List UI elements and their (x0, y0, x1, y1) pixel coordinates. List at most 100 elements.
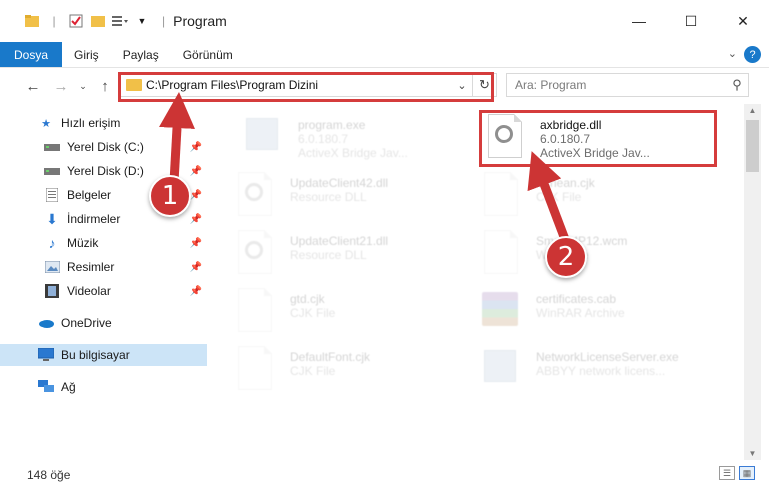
file-item-updateclient21[interactable]: UpdateClient21.dll Resource DLL (232, 228, 388, 284)
file-item-updateclient42[interactable]: UpdateClient42.dll Resource DLL (232, 170, 388, 226)
pin-icon[interactable]: 📌 (190, 238, 202, 249)
sidebar-item-label: Yerel Disk (C:) (67, 140, 144, 154)
file-highlight (479, 110, 717, 167)
file-name: NetworkLicenseServer.exe (536, 350, 679, 364)
sidebar-item-this-pc[interactable]: Bu bilgisayar (0, 344, 207, 366)
search-icon[interactable]: ⚲ (726, 77, 748, 93)
details-view-icon[interactable]: ☰ (719, 466, 735, 480)
tab-file[interactable]: Dosya (0, 42, 63, 67)
file-icon (478, 228, 524, 278)
pictures-icon (44, 260, 60, 274)
sidebar-item-videos[interactable]: Videolar 📌 (0, 280, 210, 302)
documents-icon (44, 188, 60, 202)
customize-toolbar-icon[interactable] (112, 13, 128, 29)
view-switcher: ☰ ▦ (719, 466, 755, 480)
back-arrow-icon[interactable]: ← (22, 78, 44, 95)
sidebar-item-label: Müzik (67, 236, 99, 250)
title-bar: | ▼ | Program — ☐ ✕ (0, 0, 769, 42)
scroll-down-icon[interactable]: ▼ (744, 449, 761, 458)
pin-icon[interactable]: 📌 (190, 190, 202, 201)
exe-icon (478, 344, 524, 394)
file-type: CJK File (290, 306, 336, 320)
file-name: DefaultFont.cjk (290, 350, 371, 364)
maximize-button[interactable]: ☐ (665, 6, 717, 36)
file-type: WinRAR Archive (536, 306, 625, 320)
file-name: gtd.cjk (290, 292, 325, 306)
scroll-up-icon[interactable]: ▲ (744, 106, 761, 115)
file-name: Schean.cjk (536, 176, 595, 190)
file-item-networklicenseserver[interactable]: NetworkLicenseServer.exe ABBYY network l… (478, 344, 679, 400)
sidebar-item-label: Resimler (67, 260, 115, 274)
file-icon (478, 170, 524, 220)
file-name: UpdateClient42.dll (290, 176, 389, 190)
window-title: Program (173, 13, 227, 29)
tiles-view-icon[interactable]: ▦ (739, 466, 755, 480)
sidebar-item-label: Videolar (67, 284, 111, 298)
file-item-defaultfont-cjk[interactable]: DefaultFont.cjk CJK File (232, 344, 370, 400)
exe-icon (240, 112, 286, 162)
quick-access-toolbar: | ▼ | (0, 13, 165, 29)
sidebar-item-music[interactable]: ♪ Müzik 📌 (0, 232, 210, 254)
pin-icon[interactable]: 📌 (190, 262, 202, 273)
pin-icon[interactable]: 📌 (190, 142, 202, 153)
sidebar-item-label: Hızlı erişim (61, 116, 121, 130)
expand-ribbon-icon[interactable]: ⌄ (728, 47, 737, 60)
cloud-icon (38, 316, 54, 330)
up-arrow-icon[interactable]: ↑ (94, 78, 116, 95)
file-item-program-exe[interactable]: program.exe 6.0.180.7 ActiveX Bridge Jav… (240, 112, 408, 168)
file-type: CJK File (536, 190, 582, 204)
sidebar-item-label: İndirmeler (67, 212, 121, 226)
file-item-schean-cjk[interactable]: Schean.cjk CJK File (478, 170, 595, 226)
status-bar: 148 öğe ☰ ▦ (0, 460, 769, 494)
minimize-button[interactable]: — (613, 6, 665, 36)
file-type: CJK File (290, 364, 336, 378)
file-name: UpdateClient21.dll (290, 234, 389, 248)
pin-icon[interactable]: 📌 (190, 166, 202, 177)
title-separator: | (162, 14, 166, 28)
file-icon (232, 344, 278, 394)
separator-icon: | (52, 14, 56, 28)
forward-arrow-icon[interactable]: → (50, 78, 72, 95)
pin-icon[interactable]: 📌 (190, 214, 202, 225)
tab-view[interactable]: Görünüm (171, 42, 245, 67)
help-button[interactable]: ? (744, 46, 761, 63)
file-version: 6.0.180.7 (298, 132, 349, 146)
sidebar-item-onedrive[interactable]: OneDrive (0, 312, 210, 334)
file-description: ABBYY network licens... (536, 364, 666, 378)
scroll-thumb[interactable] (746, 120, 759, 172)
sidebar-item-label: OneDrive (61, 316, 112, 330)
step-2-badge: 2 (545, 236, 587, 278)
music-icon: ♪ (48, 235, 56, 251)
tab-share[interactable]: Paylaş (111, 42, 171, 67)
download-icon: ⬇ (46, 210, 58, 227)
search-input[interactable]: Ara: Program ⚲ (506, 73, 749, 97)
drive-icon (44, 164, 60, 178)
file-name: program.exe (298, 118, 366, 132)
sidebar-item-label: Belgeler (67, 188, 112, 202)
network-icon (38, 380, 54, 394)
new-folder-icon[interactable] (90, 13, 106, 29)
sidebar-item-label: Ağ (61, 380, 76, 394)
search-placeholder: Ara: Program (515, 78, 587, 92)
videos-icon (44, 284, 60, 298)
file-description: ActiveX Bridge Jav... (298, 146, 408, 160)
properties-icon[interactable] (68, 13, 84, 29)
close-button[interactable]: ✕ (717, 6, 769, 36)
file-item-certificates-cab[interactable]: certificates.cab WinRAR Archive (478, 286, 625, 342)
vertical-scrollbar[interactable]: ▲ ▼ (744, 104, 761, 460)
folder-icon (24, 13, 40, 29)
sidebar-item-pictures[interactable]: Resimler 📌 (0, 256, 210, 278)
tab-home[interactable]: Giriş (62, 42, 111, 67)
address-bar-highlight (118, 72, 494, 102)
sidebar-item-quick-access[interactable]: ★ Hızlı erişim (0, 112, 210, 134)
recent-locations-icon[interactable]: ⌄ (72, 81, 94, 92)
file-item-gtd-cjk[interactable]: gtd.cjk CJK File (232, 286, 335, 342)
sidebar-item-disk-c[interactable]: Yerel Disk (C:) 📌 (0, 136, 210, 158)
dropdown-icon[interactable]: ▼ (134, 13, 150, 29)
dll-gear-icon (232, 228, 278, 278)
pin-icon[interactable]: 📌 (190, 286, 202, 297)
file-type: Resource DLL (290, 190, 367, 204)
sidebar-item-label: Bu bilgisayar (61, 348, 130, 362)
drive-icon (44, 140, 60, 154)
sidebar-item-network[interactable]: Ağ (0, 376, 210, 398)
